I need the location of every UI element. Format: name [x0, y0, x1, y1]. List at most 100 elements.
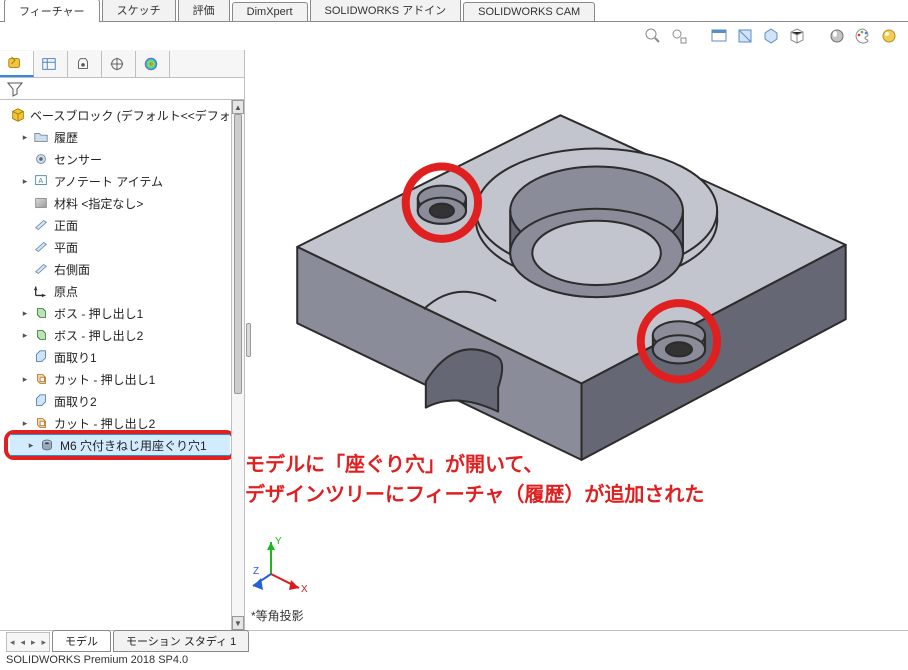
menu-tab-3[interactable]: DimXpert — [232, 2, 308, 21]
tree-item-label: 面取り2 — [54, 393, 97, 410]
tree-item-label: 面取り1 — [54, 349, 97, 366]
menu-tab-5[interactable]: SOLIDWORKS CAM — [463, 2, 595, 21]
filter-funnel-icon — [6, 80, 24, 98]
status-text: SOLIDWORKS Premium 2018 SP4.0 — [6, 654, 188, 666]
feature-tree-tab[interactable] — [0, 51, 34, 77]
expand-toggle[interactable]: ▸ — [20, 132, 30, 143]
tree-item[interactable]: 右側面 — [4, 258, 244, 280]
feature-tree-icon — [6, 54, 24, 72]
part-icon — [10, 106, 26, 124]
render-icon[interactable] — [880, 27, 898, 45]
main-area: ベースブロック (デフォルト<<デフォルト>_表示 ▸ 履歴センサー ▸ A アノテート… — [0, 50, 908, 630]
tab-nav-buttons[interactable]: ◂◂▸▸ — [6, 632, 50, 652]
material-icon — [32, 194, 50, 212]
expand-toggle[interactable]: ▸ — [20, 176, 30, 187]
tree-item-label: センサー — [54, 151, 102, 168]
tree-item-highlighted[interactable]: ▸ M6 穴付きねじ用座ぐり穴1 — [10, 434, 230, 456]
chamfer-icon — [32, 392, 50, 410]
feature-tree: ベースブロック (デフォルト<<デフォルト>_表示 ▸ 履歴センサー ▸ A アノテート… — [0, 100, 244, 630]
folder-icon — [32, 128, 50, 146]
config-icon — [74, 55, 92, 73]
tree-item[interactable]: 面取り1 — [4, 346, 244, 368]
tree-item[interactable]: ▸ ボス - 押し出し1 — [4, 302, 244, 324]
tree-item[interactable]: ▸ 履歴 — [4, 126, 244, 148]
color-palette-icon[interactable] — [854, 27, 872, 45]
plane-icon — [32, 216, 50, 234]
tree-item[interactable]: 面取り2 — [4, 390, 244, 412]
zoom-fit-icon[interactable] — [670, 27, 688, 45]
scroll-down-button[interactable]: ▼ — [232, 616, 244, 630]
svg-text:A: A — [38, 177, 43, 185]
plane-icon — [32, 238, 50, 256]
tree-item[interactable]: 原点 — [4, 280, 244, 302]
svg-text:Y: Y — [275, 536, 282, 547]
chamfer-icon — [32, 348, 50, 366]
property-tab[interactable] — [34, 51, 68, 77]
tree-item[interactable]: ▸ ボス - 押し出し2 — [4, 324, 244, 346]
property-icon — [40, 55, 58, 73]
command-manager-tabs: フィーチャースケッチ評価DimXpertSOLIDWORKS アドインSOLID… — [0, 0, 908, 22]
tree-item-label: ボス - 押し出し2 — [54, 327, 143, 344]
cube-view-icon[interactable] — [788, 27, 806, 45]
tree-item-label: ベースブロック (デフォルト<<デフォルト>_表示 — [30, 107, 244, 124]
sensor-icon — [32, 150, 50, 168]
tree-item-label: カット - 押し出し2 — [54, 415, 155, 432]
document-tabs: ◂◂▸▸ モデルモーション スタディ 1 — [0, 630, 908, 652]
tree-item-label: 正面 — [54, 217, 78, 234]
menu-tab-0[interactable]: フィーチャー — [4, 0, 100, 22]
doc-tab-0[interactable]: モデル — [52, 630, 111, 652]
panel-splitter[interactable] — [245, 50, 253, 630]
tree-item-label: 平面 — [54, 239, 78, 256]
tree-item-label: アノテート アイテム — [54, 173, 163, 190]
svg-text:Z: Z — [253, 566, 259, 577]
extrude-icon — [32, 326, 50, 344]
reference-triad: Y X Z — [251, 526, 321, 596]
tree-item-label: ボス - 押し出し1 — [54, 305, 143, 322]
annotation-line-2: デザインツリーにフィーチャ（履歴）が追加された — [245, 484, 704, 506]
expand-toggle[interactable]: ▸ — [20, 418, 30, 429]
menu-tab-1[interactable]: スケッチ — [102, 0, 176, 21]
heads-up-view-toolbar — [644, 22, 898, 50]
annotation-icon: A — [32, 172, 50, 190]
tree-item[interactable]: センサー — [4, 148, 244, 170]
dimxpert-tab-tab[interactable] — [102, 51, 136, 77]
tree-item-label: M6 穴付きねじ用座ぐり穴1 — [60, 437, 207, 454]
tree-filter-row[interactable] — [0, 78, 244, 100]
graphics-viewport[interactable]: モデルに「座ぐり穴」が開いて、 デザインツリーにフィーチャ（履歴）が追加された … — [245, 50, 908, 630]
tree-item-label: 履歴 — [54, 129, 78, 146]
menu-tab-2[interactable]: 評価 — [178, 0, 230, 21]
status-bar: SOLIDWORKS Premium 2018 SP4.0 — [0, 652, 908, 670]
tree-item[interactable]: ▸カット - 押し出し1 — [4, 368, 244, 390]
expand-toggle[interactable]: ▸ — [20, 330, 30, 341]
tree-item[interactable]: 平面 — [4, 236, 244, 258]
tree-item[interactable]: 材料 <指定なし> — [4, 192, 244, 214]
view-orientation-icon[interactable] — [762, 27, 780, 45]
view-window-icon[interactable] — [710, 27, 728, 45]
zoom-area-icon[interactable] — [644, 27, 662, 45]
tree-item-label: 原点 — [54, 283, 78, 300]
tree-root[interactable]: ベースブロック (デフォルト<<デフォルト>_表示 — [4, 104, 244, 126]
section-view-icon[interactable] — [736, 27, 754, 45]
expand-toggle[interactable]: ▸ — [20, 374, 30, 385]
tree-item[interactable]: 正面 — [4, 214, 244, 236]
scroll-thumb[interactable] — [234, 114, 242, 394]
cut-icon — [32, 370, 50, 388]
feature-manager-panel: ベースブロック (デフォルト<<デフォルト>_表示 ▸ 履歴センサー ▸ A アノテート… — [0, 50, 245, 630]
annotation-line-1: モデルに「座ぐり穴」が開いて、 — [245, 454, 543, 476]
origin-icon — [32, 282, 50, 300]
counterbore-left — [418, 186, 466, 224]
menu-tab-4[interactable]: SOLIDWORKS アドイン — [310, 0, 462, 21]
tree-scrollbar[interactable]: ▲ ▼ — [231, 100, 244, 630]
expand-toggle[interactable]: ▸ — [26, 440, 36, 451]
expand-toggle[interactable]: ▸ — [20, 308, 30, 319]
config-tab[interactable] — [68, 51, 102, 77]
doc-tab-1[interactable]: モーション スタディ 1 — [113, 630, 249, 652]
scroll-up-button[interactable]: ▲ — [232, 100, 244, 114]
tree-item-label: 右側面 — [54, 261, 90, 278]
tree-item-label: 材料 <指定なし> — [54, 195, 143, 212]
hole-icon — [38, 436, 56, 454]
display-style-icon[interactable] — [828, 27, 846, 45]
tree-item[interactable]: ▸ A アノテート アイテム — [4, 170, 244, 192]
appearance-tab-tab[interactable] — [136, 51, 170, 77]
plane-icon — [32, 260, 50, 278]
